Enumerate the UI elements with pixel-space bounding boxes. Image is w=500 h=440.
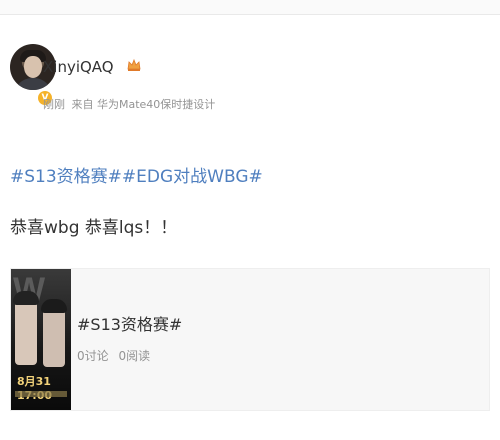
topic-card-thumbnail: WF 8月31 17:00 (11, 269, 71, 410)
thumbnail-player-left (13, 291, 39, 365)
post-meta: 刚刚 来自 华为Mate40保时捷设计 (43, 96, 218, 112)
post-source[interactable]: 来自 华为Mate40保时捷设计 (72, 98, 216, 111)
avatar-shoulders (14, 78, 52, 90)
thumbnail-caption (15, 391, 67, 397)
author-name[interactable]: XinyiQAQ (43, 58, 114, 76)
topic-link-s13[interactable]: #S13资格赛# (10, 167, 122, 187)
post-time: 刚刚 (43, 98, 65, 111)
topic-line: #S13资格赛##EDG对战WBG# (10, 162, 263, 187)
discussion-count: 0讨论 (77, 349, 109, 363)
topic-card[interactable]: WF 8月31 17:00 #S13资格赛# 0讨论 0阅读 (10, 268, 490, 411)
thumbnail-player-right (41, 299, 67, 367)
crown-icon (127, 58, 141, 71)
read-count: 0阅读 (118, 349, 151, 363)
post-text: 恭喜wbg 恭喜lqs！！ (10, 218, 178, 238)
thumbnail-date: 8月31 17:00 (17, 375, 52, 402)
topic-card-stats: 0讨论 0阅读 (77, 347, 156, 364)
avatar-face (24, 56, 42, 78)
topic-link-edg-wbg[interactable]: #EDG对战WBG# (122, 167, 263, 187)
top-divider (0, 0, 500, 15)
topic-card-title[interactable]: #S13资格赛# (77, 311, 182, 335)
